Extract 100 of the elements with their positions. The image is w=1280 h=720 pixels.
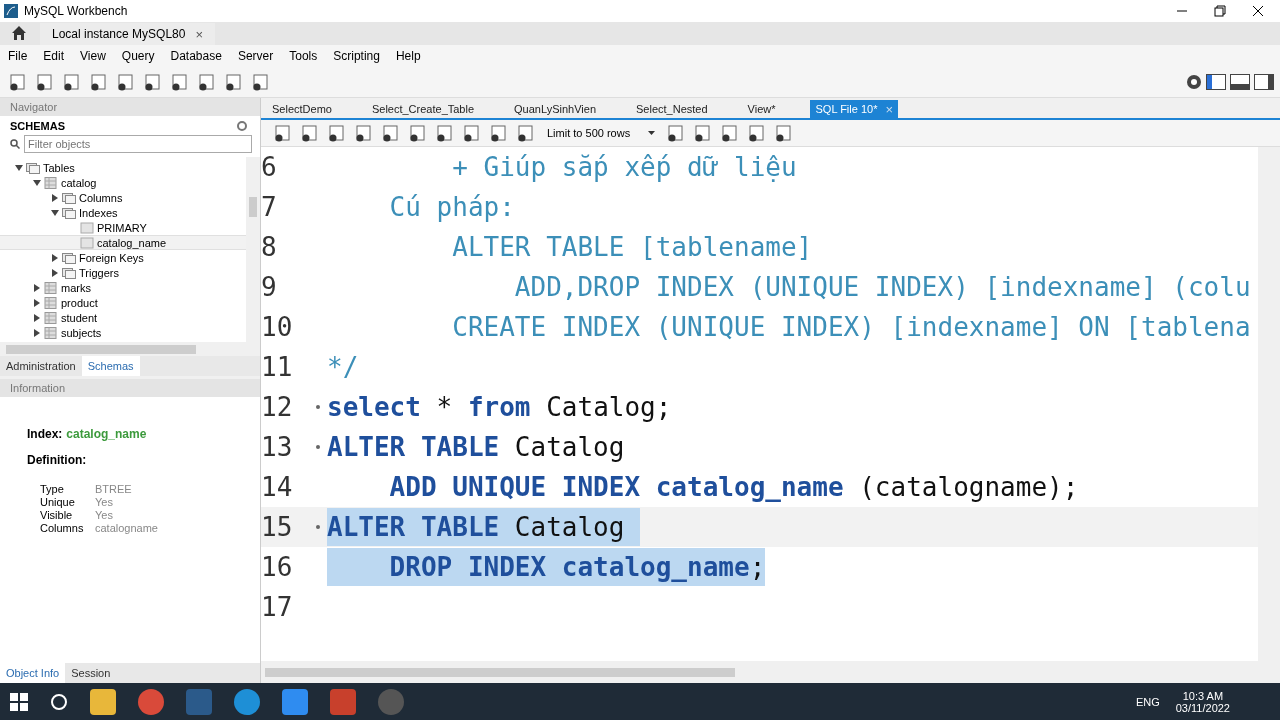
home-icon[interactable] — [10, 24, 28, 42]
expand-arrow-icon[interactable] — [50, 193, 59, 202]
expand-arrow-icon[interactable] — [32, 298, 41, 307]
expand-arrow-icon[interactable] — [50, 253, 59, 262]
windows-start-icon[interactable] — [10, 692, 28, 711]
property-value: BTREE — [95, 483, 133, 496]
tree-item[interactable]: product — [0, 295, 246, 310]
property-value: Yes — [95, 496, 114, 509]
tree-label: subjects — [61, 326, 102, 339]
clock-date[interactable]: 03/11/2022 — [1175, 701, 1230, 714]
line-number: 8 — [261, 232, 278, 262]
line-number: 13 — [261, 432, 294, 462]
horizontal-scrollbar[interactable] — [261, 661, 1280, 683]
menu-item[interactable]: Edit — [43, 49, 65, 63]
code-line: ADD,DROP INDEX (UNIQUE INDEX) [indexname] (colu — [513, 271, 1251, 304]
property-name: Unique — [40, 496, 76, 509]
connection-tab[interactable]: Local instance MySQL80 × — [40, 23, 215, 45]
expand-arrow-icon[interactable] — [50, 268, 59, 277]
vertical-scrollbar[interactable] — [1258, 147, 1280, 661]
menu-item[interactable]: Database — [170, 49, 222, 63]
vertical-scrollbar[interactable] — [246, 157, 260, 342]
tree-item[interactable]: marks — [0, 280, 246, 295]
editor-tab[interactable]: View* — [742, 100, 781, 118]
menu-item[interactable]: Tools — [289, 49, 318, 63]
editor-tab[interactable]: SQL File 10* × — [810, 100, 899, 118]
tree-item[interactable]: Foreign Keys — [0, 250, 246, 265]
info-label: Definition: — [27, 453, 88, 467]
line-number: 7 — [261, 192, 278, 222]
line-number: 9 — [261, 272, 278, 302]
menu-item[interactable]: Server — [237, 49, 274, 63]
code-line: ALTER TABLE Catalog — [327, 431, 625, 464]
tree-label: catalog_name — [97, 236, 167, 249]
collapse-arrow-icon[interactable] — [32, 178, 41, 187]
table-icon — [44, 281, 58, 294]
index-icon — [80, 236, 94, 249]
expand-arrow-icon[interactable] — [32, 313, 41, 322]
line-number: 14 — [261, 472, 294, 502]
dropdown-arrow-icon — [648, 131, 656, 135]
output-panel-toggle-icon[interactable] — [1230, 74, 1250, 90]
refresh-icon[interactable] — [236, 120, 248, 132]
tree-label: marks — [61, 281, 91, 294]
limit-dropdown[interactable]: Limit to 500 rows — [543, 127, 660, 139]
tree-item[interactable]: subjects — [0, 325, 246, 340]
table-icon — [44, 176, 58, 189]
collapse-arrow-icon[interactable] — [50, 208, 59, 217]
tree-label: product — [61, 296, 98, 309]
maximize-icon[interactable] — [1214, 5, 1226, 17]
editor-tab[interactable]: QuanLySinhVien — [509, 100, 601, 118]
fold-marker-icon[interactable] — [316, 525, 320, 529]
panel-header: Navigator — [0, 98, 260, 116]
expand-arrow-icon[interactable] — [32, 283, 41, 292]
menu-item[interactable]: File — [8, 49, 28, 63]
secondary-sidebar-toggle-icon[interactable] — [1254, 74, 1274, 90]
panel-tab[interactable]: Object Info — [0, 663, 66, 683]
horizontal-scrollbar[interactable] — [0, 342, 260, 356]
tree-item[interactable]: Triggers — [0, 265, 246, 280]
panel-tab[interactable]: Schemas — [81, 356, 140, 376]
line-number: 17 — [261, 592, 294, 622]
tree-item[interactable]: catalog — [0, 175, 246, 190]
clock-time[interactable]: 10:3 AM — [1182, 689, 1224, 702]
line-number: 15 — [261, 512, 294, 542]
tab-close-button[interactable]: × — [195, 26, 203, 42]
line-number: 16 — [261, 552, 294, 582]
tree-item[interactable]: Indexes — [0, 205, 246, 220]
code-line: + Giúp sắp xếp dữ liệu — [451, 151, 797, 184]
sidebar-toggle-icon[interactable] — [1206, 74, 1226, 90]
tree-label: Foreign Keys — [79, 251, 144, 264]
menu-item[interactable]: Query — [121, 49, 155, 63]
menu-item[interactable]: Scripting — [333, 49, 380, 63]
menu-item[interactable]: View — [80, 49, 106, 63]
editor-tab[interactable]: Select_Nested — [631, 100, 713, 118]
tree-label: student — [61, 311, 98, 324]
line-number: 12 — [261, 392, 294, 422]
app-logo-icon — [4, 4, 18, 18]
fold-marker-icon[interactable] — [316, 405, 320, 409]
close-icon[interactable] — [1252, 5, 1264, 17]
table-icon — [44, 311, 58, 324]
menu-item[interactable]: Help — [395, 49, 421, 63]
panel-tab[interactable]: Session — [65, 663, 117, 683]
editor-tab[interactable]: Select_Create_Table — [366, 100, 480, 118]
filter-field[interactable]: Filter objects — [24, 135, 252, 153]
editor-tab[interactable]: SelectDemo — [267, 100, 337, 118]
tree-item[interactable]: PRIMARY — [0, 220, 246, 235]
tree-label: Triggers — [79, 266, 119, 279]
tree-label: Columns — [79, 191, 123, 204]
tree-item[interactable]: catalog_name — [0, 235, 246, 250]
fold-marker-icon[interactable] — [316, 445, 320, 449]
language-indicator[interactable]: ENG — [1135, 695, 1160, 708]
table-icon — [44, 296, 58, 309]
collapse-arrow-icon[interactable] — [14, 163, 23, 172]
index-icon — [80, 221, 94, 234]
tree-item[interactable]: student — [0, 310, 246, 325]
settings-icon[interactable] — [1186, 74, 1202, 90]
expand-arrow-icon[interactable] — [32, 328, 41, 337]
property-value: Yes — [95, 509, 114, 522]
property-name: Visible — [40, 509, 74, 522]
tree-item[interactable]: Columns — [0, 190, 246, 205]
tree-item[interactable]: Tables — [0, 160, 246, 175]
panel-tab[interactable]: Administration — [0, 356, 82, 376]
code-line: */ — [327, 351, 359, 384]
